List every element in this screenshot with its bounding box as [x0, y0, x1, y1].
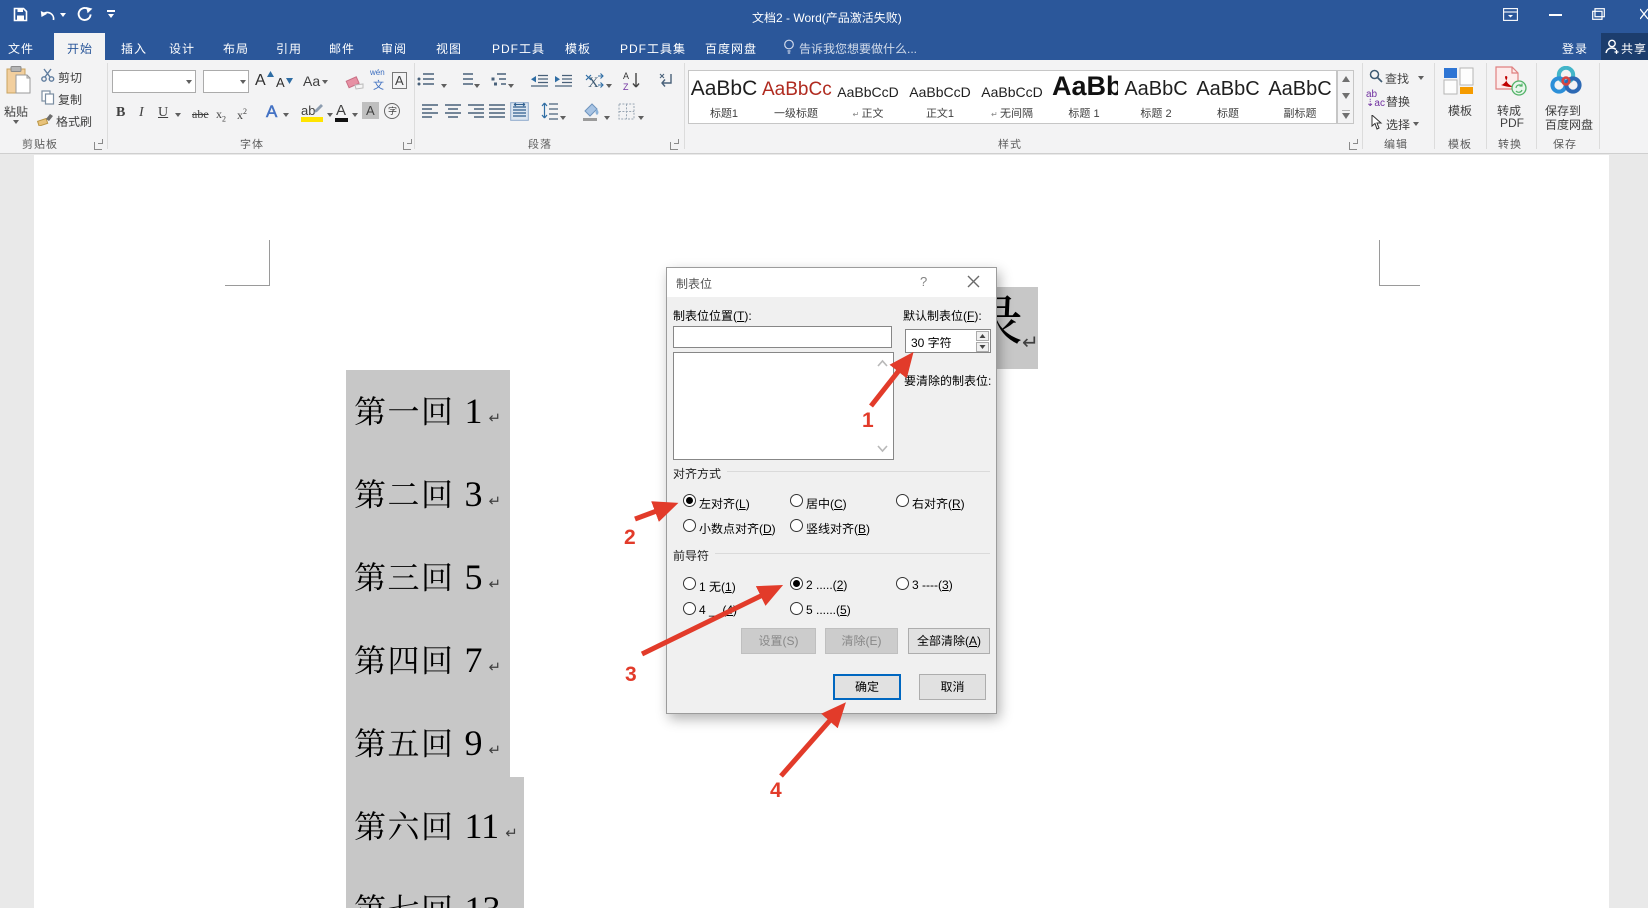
- svg-text:X: X: [588, 75, 599, 90]
- svg-text:A: A: [623, 71, 629, 81]
- svg-text:Z: Z: [623, 82, 629, 91]
